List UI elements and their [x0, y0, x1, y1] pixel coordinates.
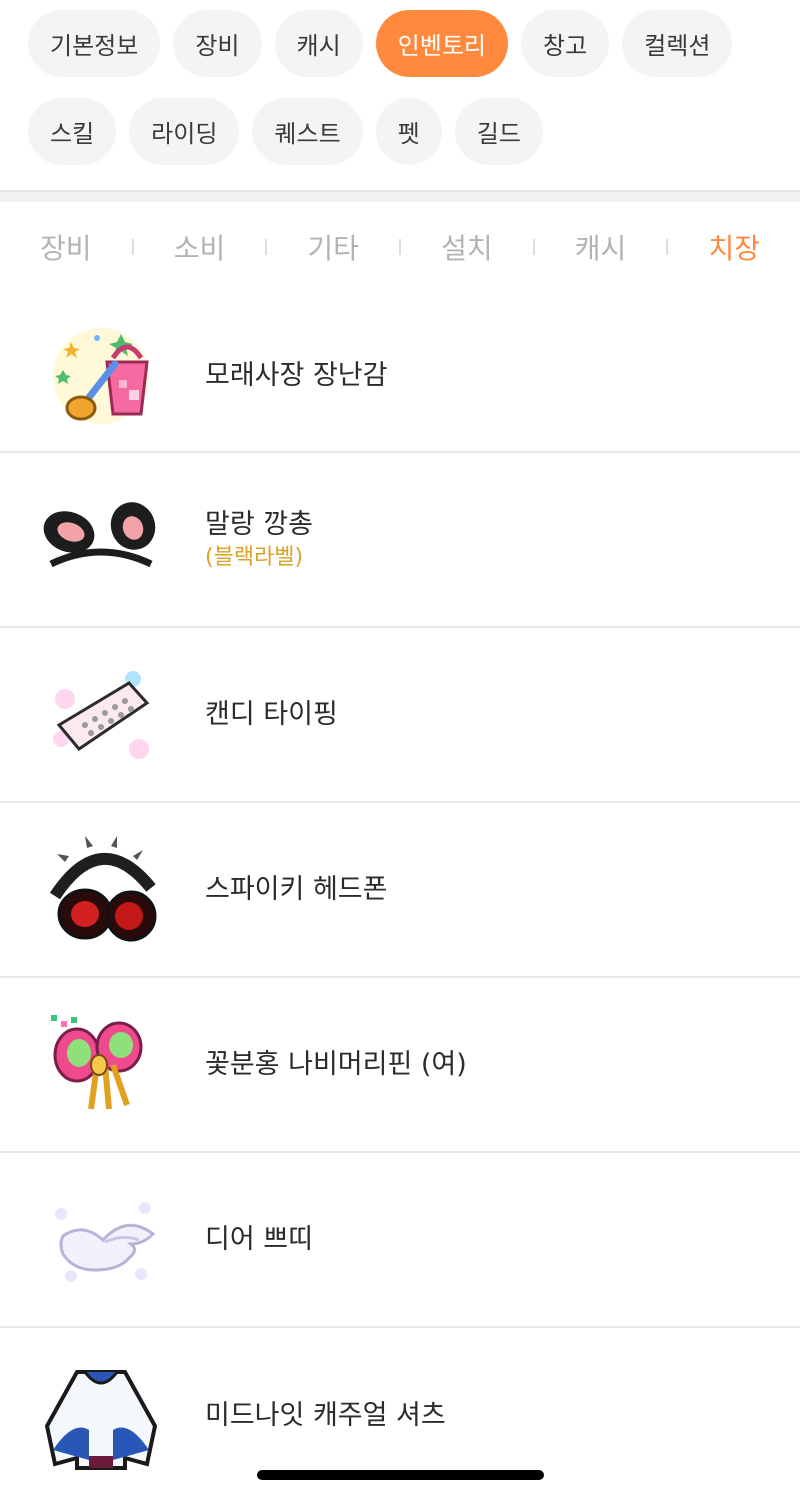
subtab-decoration[interactable]: 치장 — [708, 227, 760, 267]
item-name: 말랑 깡총 — [205, 508, 313, 540]
butterfly-hairpin-icon — [38, 1005, 164, 1125]
subtab-separator — [265, 239, 268, 255]
subtab-consumable[interactable]: 소비 — [174, 227, 226, 267]
main-tab-bar: 기본정보 장비 캐시 인벤토리 창고 컬렉션 스킬 라이딩 퀘스트 펫 길드 — [0, 0, 800, 190]
item-name: 캔디 타이핑 — [205, 698, 338, 730]
item-text: 캔디 타이핑 — [205, 697, 338, 733]
list-item[interactable]: 캔디 타이핑 — [0, 628, 800, 803]
subtab-separator — [532, 239, 535, 255]
list-item[interactable]: 말랑 깡총 (블랙라벨) — [0, 453, 800, 628]
list-item[interactable]: 모래사장 장난감 — [0, 300, 800, 453]
tab-collection[interactable]: 컬렉션 — [622, 10, 733, 77]
item-name: 꽃분홍 나비머리핀 (여) — [205, 1048, 467, 1080]
tab-basic-info[interactable]: 기본정보 — [28, 10, 161, 77]
tab-riding[interactable]: 라이딩 — [129, 98, 240, 165]
main-tab-row-2: 스킬 라이딩 퀘스트 펫 길드 — [28, 98, 543, 165]
home-indicator — [257, 1470, 544, 1480]
subtab-separator — [666, 239, 669, 255]
item-text: 모래사장 장난감 — [205, 358, 387, 394]
item-text: 꽃분홍 나비머리핀 (여) — [205, 1047, 467, 1083]
subtab-etc[interactable]: 기타 — [307, 227, 359, 267]
tab-guild[interactable]: 길드 — [454, 98, 543, 165]
tab-storage[interactable]: 창고 — [521, 10, 610, 77]
section-divider — [0, 190, 800, 202]
tab-inventory[interactable]: 인벤토리 — [375, 10, 508, 77]
tab-quest[interactable]: 퀘스트 — [252, 98, 363, 165]
shirt-icon — [38, 1356, 164, 1476]
tab-skill[interactable]: 스킬 — [28, 98, 117, 165]
list-item[interactable]: 스파이키 헤드폰 — [0, 803, 800, 978]
item-text: 디어 쁘띠 — [205, 1222, 313, 1258]
subtab-separator — [131, 239, 134, 255]
inventory-sub-tabs: 장비 소비 기타 설치 캐시 치장 — [0, 202, 800, 300]
item-name: 디어 쁘띠 — [205, 1223, 313, 1255]
wing-icon — [38, 1180, 164, 1300]
item-name: 미드나잇 캐주얼 셔츠 — [205, 1399, 446, 1431]
subtab-separator — [398, 239, 401, 255]
bunny-ears-icon — [38, 480, 164, 600]
item-name: 모래사장 장난감 — [205, 359, 388, 391]
subtab-cash[interactable]: 캐시 — [575, 227, 627, 267]
main-tab-row-1: 기본정보 장비 캐시 인벤토리 창고 컬렉션 — [28, 10, 733, 77]
item-text: 말랑 깡총 (블랙라벨) — [205, 507, 313, 573]
tab-pet[interactable]: 펫 — [375, 98, 442, 165]
candy-keyboard-icon — [38, 655, 164, 775]
sand-bucket-icon — [38, 316, 164, 436]
spiky-headphones-icon — [38, 830, 164, 950]
subtab-setup[interactable]: 설치 — [441, 227, 493, 267]
item-text: 미드나잇 캐주얼 셔츠 — [205, 1398, 446, 1434]
list-item[interactable]: 디어 쁘띠 — [0, 1153, 800, 1328]
tab-cash[interactable]: 캐시 — [274, 10, 363, 77]
item-label-badge: (블랙라벨) — [205, 544, 304, 570]
item-text: 스파이키 헤드폰 — [205, 872, 387, 908]
tab-equipment[interactable]: 장비 — [173, 10, 262, 77]
item-name: 스파이키 헤드폰 — [205, 873, 388, 905]
subtab-equipment[interactable]: 장비 — [40, 227, 92, 267]
list-item[interactable]: 꽃분홍 나비머리핀 (여) — [0, 978, 800, 1153]
item-list: 모래사장 장난감 말랑 깡총 (블랙라벨) 캔디 타이핑 스파이키 헤드폰 꽃분… — [0, 300, 800, 1497]
